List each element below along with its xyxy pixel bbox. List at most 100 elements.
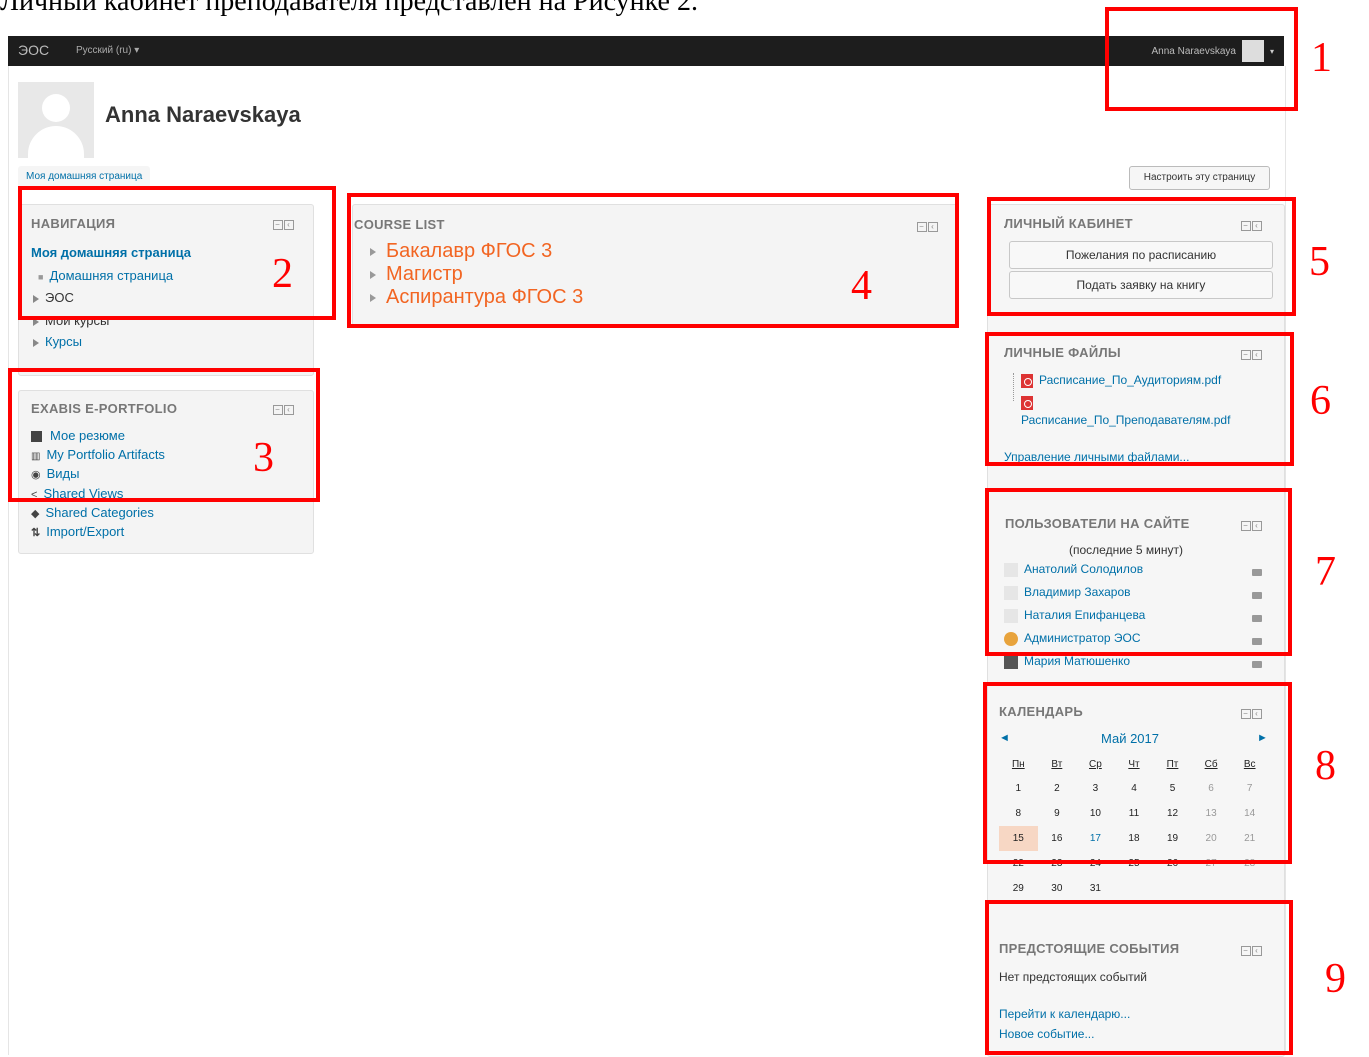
exabis-artifacts[interactable]: ▥ My Portfolio Artifacts (31, 447, 165, 462)
calendar-day[interactable]: 25 (1115, 851, 1154, 876)
calendar-day[interactable]: 24 (1076, 851, 1115, 876)
breadcrumb[interactable]: Моя домашняя страница (18, 166, 151, 188)
online-user[interactable]: Мария Матюшенко (1004, 654, 1130, 669)
message-icon[interactable] (1252, 569, 1262, 576)
online-user[interactable]: Наталия Епифанцева (1004, 608, 1145, 623)
calendar-day[interactable]: 17 (1076, 826, 1115, 851)
file-item[interactable]: Расписание_По_Преподавателям.pdf (1021, 413, 1230, 427)
events-title: ПРЕДСТОЯЩИЕ СОБЫТИЯ (999, 941, 1180, 956)
calendar-day[interactable]: 22 (999, 851, 1038, 876)
annotation-label: 2 (272, 251, 293, 297)
calendar-weekday: Пт (1166, 758, 1179, 770)
calendar-day[interactable]: 13 (1192, 801, 1231, 826)
customize-page-button[interactable]: Настроить эту страницу (1129, 166, 1270, 190)
block-controls-icon[interactable]: − ‹ (1240, 520, 1262, 531)
exabis-resume[interactable]: Мое резюме (31, 428, 125, 443)
course-item[interactable]: Аспирантура ФГОС 3 (370, 286, 583, 309)
calendar-day[interactable]: 3 (1076, 776, 1115, 801)
message-icon[interactable] (1252, 615, 1262, 622)
events-empty-text: Нет предстоящих событий (999, 970, 1148, 984)
block-controls-icon[interactable]: − ‹ (272, 219, 294, 230)
brand-link[interactable]: ЭОС (18, 42, 49, 58)
calendar-day[interactable]: 2 (1038, 776, 1077, 801)
expand-icon (33, 317, 39, 326)
exabis-shared-views[interactable]: < Shared Views (31, 486, 123, 501)
book-request-button[interactable]: Подать заявку на книгу (1009, 271, 1273, 299)
calendar-day[interactable]: 31 (1076, 876, 1115, 901)
course-item[interactable]: Магистр (370, 263, 463, 286)
calendar-day[interactable]: 11 (1115, 801, 1154, 826)
annotation-label: 8 (1315, 743, 1336, 789)
calendar-prev-icon[interactable]: ◄ (999, 732, 1010, 744)
goto-calendar-link[interactable]: Перейти к календарю... (999, 1007, 1130, 1021)
online-user[interactable]: Администратор ЭОС (1004, 631, 1141, 646)
calendar-day[interactable]: 20 (1192, 826, 1231, 851)
calendar-day[interactable]: 15 (999, 826, 1038, 851)
block-controls-icon[interactable]: − ‹ (916, 221, 938, 232)
expand-icon (370, 270, 376, 279)
course-item[interactable]: Бакалавр ФГОС 3 (370, 240, 552, 263)
calendar-day[interactable]: 18 (1115, 826, 1154, 851)
nav-item-site-home[interactable]: ■ Домашняя страница (38, 268, 173, 283)
calendar-day[interactable]: 14 (1230, 801, 1269, 826)
calendar-month-label[interactable]: Май 2017 (1101, 731, 1159, 746)
nav-item-eos[interactable]: ЭОС (33, 290, 74, 305)
block-controls-icon[interactable]: − ‹ (1240, 945, 1262, 956)
online-user[interactable]: Владимир Захаров (1004, 585, 1131, 600)
calendar-day[interactable]: 29 (999, 876, 1038, 901)
new-event-link[interactable]: Новое событие... (999, 1027, 1094, 1041)
exabis-views[interactable]: ◉ Виды (31, 466, 79, 481)
language-menu[interactable]: Русский (ru) ▾ (76, 45, 139, 56)
sort-icon: ⇅ (31, 527, 41, 539)
calendar-day[interactable]: 21 (1230, 826, 1269, 851)
message-icon[interactable] (1252, 638, 1262, 645)
calendar-day[interactable]: 9 (1038, 801, 1077, 826)
exabis-shared-categories[interactable]: ◆ Shared Categories (31, 505, 154, 520)
calendar-day[interactable]: 27 (1192, 851, 1231, 876)
profile-avatar (18, 82, 94, 158)
page-title: Anna Naraevskaya (105, 102, 301, 127)
artifacts-icon: ▥ (31, 451, 41, 462)
calendar-day[interactable]: 10 (1076, 801, 1115, 826)
calendar-day[interactable]: 19 (1153, 826, 1192, 851)
calendar-day[interactable]: 8 (999, 801, 1038, 826)
block-controls-icon[interactable]: − ‹ (1240, 220, 1262, 231)
block-controls-icon[interactable]: − ‹ (1240, 349, 1262, 360)
calendar-day[interactable]: 1 (999, 776, 1038, 801)
pdf-icon (1021, 394, 1039, 412)
annotation-label: 9 (1325, 956, 1346, 1002)
block-controls-icon[interactable]: − ‹ (272, 404, 294, 415)
calendar-day[interactable]: 26 (1153, 851, 1192, 876)
calendar-day[interactable]: 12 (1153, 801, 1192, 826)
calendar-day[interactable]: 4 (1115, 776, 1154, 801)
calendar-next-icon[interactable]: ► (1257, 732, 1268, 744)
annotation-label: 1 (1311, 35, 1332, 81)
calendar-day[interactable]: 16 (1038, 826, 1077, 851)
nav-item-my-courses[interactable]: Мои курсы (33, 313, 109, 328)
expand-icon (370, 247, 376, 256)
exabis-import-export[interactable]: ⇅ Import/Export (31, 524, 124, 539)
online-users-title: ПОЛЬЗОВАТЕЛИ НА САЙТЕ (1005, 516, 1190, 531)
message-icon[interactable] (1252, 661, 1262, 668)
user-menu[interactable]: Anna Naraevskaya ▾ (1151, 39, 1274, 63)
manage-files-link[interactable]: Управление личными файлами... (1004, 450, 1189, 464)
calendar-day[interactable]: 23 (1038, 851, 1077, 876)
message-icon[interactable] (1252, 592, 1262, 599)
online-user[interactable]: Анатолий Солодилов (1004, 562, 1143, 577)
nav-item-courses[interactable]: Курсы (33, 334, 82, 349)
calendar-day[interactable]: 7 (1230, 776, 1269, 801)
file-item[interactable]: Расписание_По_Аудиториям.pdf (1021, 373, 1221, 388)
annotation-label: 3 (253, 435, 274, 481)
calendar-day[interactable]: 28 (1230, 851, 1269, 876)
calendar-weekday: Чт (1128, 758, 1140, 770)
nav-home-link[interactable]: Моя домашняя страница (31, 245, 191, 260)
block-controls-icon[interactable]: − ‹ (1240, 708, 1262, 719)
calendar-weekday: Сб (1204, 758, 1218, 770)
schedule-wishes-button[interactable]: Пожелания по расписанию (1009, 241, 1273, 269)
user-avatar-icon (1004, 562, 1018, 577)
calendar-day[interactable]: 5 (1153, 776, 1192, 801)
calendar-day[interactable]: 6 (1192, 776, 1231, 801)
user-menu-name: Anna Naraevskaya (1151, 45, 1236, 57)
calendar-day[interactable]: 30 (1038, 876, 1077, 901)
cabinet-title: ЛИЧНЫЙ КАБИНЕТ (1004, 216, 1133, 231)
